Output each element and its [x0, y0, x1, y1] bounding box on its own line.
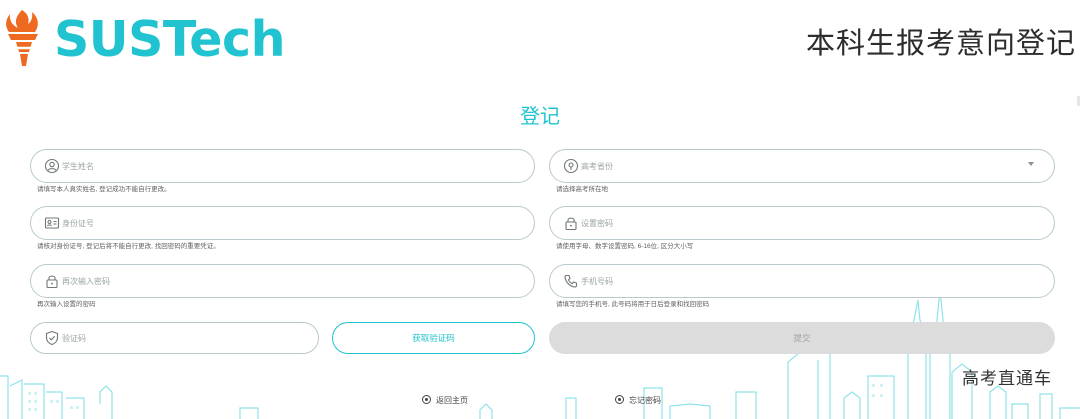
id-card-icon [44, 215, 60, 231]
get-code-button[interactable]: 获取验证码 [332, 322, 535, 354]
id-number-hint: 请核对身份证号, 登记后将不能自行更改, 找回密码的重要凭证。 [37, 243, 220, 250]
id-number-input[interactable] [62, 208, 504, 238]
phone-icon [563, 273, 579, 289]
user-icon [44, 158, 60, 174]
lock-icon [563, 215, 579, 231]
exam-province-input[interactable] [581, 151, 1024, 181]
password-hint: 请使用字母、数字设置密码, 6-16位, 区分大小写 [556, 243, 694, 250]
key-circle-icon [615, 395, 624, 404]
shield-check-icon [44, 330, 60, 346]
home-circle-icon [422, 395, 431, 404]
phone-hint: 请填写您的手机号, 此号码将用于日后登录和找回密码 [556, 301, 710, 308]
forgot-password-link[interactable]: 忘记密码 [615, 394, 661, 408]
submit-button[interactable]: 提交 [549, 322, 1055, 354]
sustech-logo[interactable]: SUSTech [2, 8, 292, 70]
back-home-link[interactable]: 返回主页 [422, 394, 468, 408]
password-input[interactable] [581, 208, 1024, 238]
page-header: SUSTech 本科生报考意向登记 [0, 0, 1080, 80]
captcha-input[interactable] [62, 324, 288, 352]
watermark-text: 高考直通车 [962, 369, 1052, 389]
password-field[interactable] [549, 206, 1055, 240]
captcha-field[interactable] [30, 322, 319, 354]
back-home-label: 返回主页 [436, 396, 468, 405]
exam-province-select[interactable] [549, 149, 1055, 183]
id-number-field[interactable] [30, 206, 535, 240]
torch-logo-icon [6, 10, 38, 66]
confirm-password-hint: 再次输入设置的密码 [37, 301, 96, 308]
page-title: 本科生报考意向登记 [805, 26, 1076, 60]
confirm-password-field[interactable] [30, 264, 535, 298]
exam-province-hint: 请选择高考所在地 [556, 186, 608, 193]
location-pin-icon [563, 158, 579, 174]
phone-field[interactable] [549, 264, 1055, 298]
confirm-password-input[interactable] [62, 266, 504, 296]
phone-input[interactable] [581, 266, 1024, 296]
student-name-input[interactable] [62, 151, 504, 181]
student-name-hint: 请填写本人真实姓名, 登记成功不能自行更改。 [37, 186, 171, 193]
forgot-password-label: 忘记密码 [629, 396, 661, 405]
chevron-down-icon[interactable] [1028, 162, 1034, 166]
lock-icon [44, 273, 60, 289]
form-title: 登记 [520, 104, 560, 128]
student-name-field[interactable] [30, 149, 535, 183]
logo-wordmark: SUSTech [54, 11, 285, 68]
